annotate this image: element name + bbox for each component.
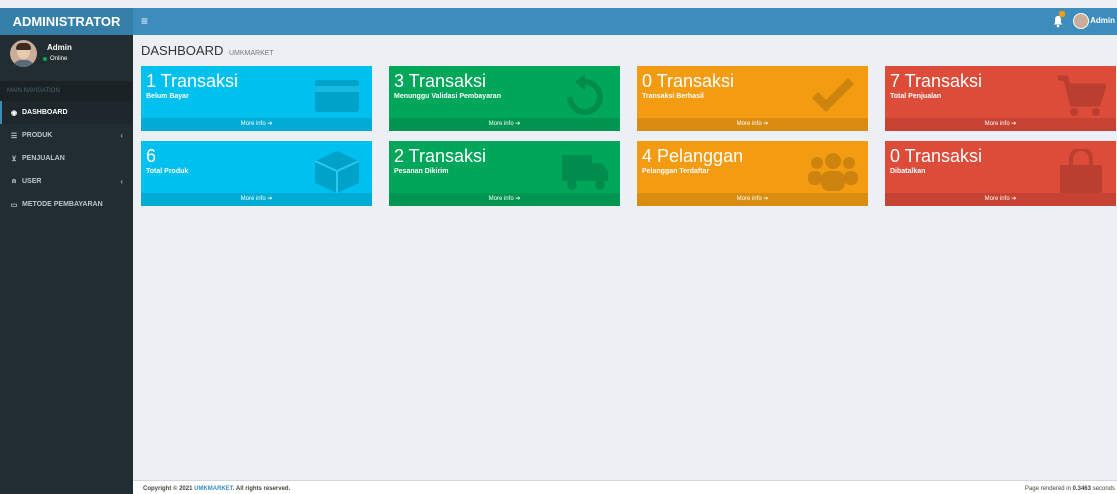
info-box-label: Transaksi Berhasil xyxy=(642,93,704,100)
truck-icon xyxy=(562,155,608,190)
sidebar-item-label: USER xyxy=(22,178,42,185)
users-icon xyxy=(808,153,858,191)
info-box-count: 4 Pelanggan xyxy=(642,146,744,166)
page-subtitle: UMKMARKET xyxy=(228,50,274,57)
chevron-left-icon: ‹ xyxy=(120,177,123,186)
info-box: 4 Pelanggan Pelanggan Terdaftar More info … xyxy=(637,141,868,206)
cart-icon xyxy=(1058,75,1106,116)
more-info-link[interactable]: More info ➔ xyxy=(637,193,868,206)
sidebar-item-label: METODE PEMBAYARAN xyxy=(22,201,103,208)
notification-badge xyxy=(1059,11,1065,17)
page-title: DASHBOARD UMKMARKET xyxy=(141,43,274,58)
cart-icon: ⊻ xyxy=(11,155,17,163)
info-box-label: Pelanggan Terdaftar xyxy=(642,168,710,175)
info-box-count: 6 xyxy=(146,146,157,166)
refresh-icon xyxy=(567,74,603,115)
online-status-icon xyxy=(43,57,47,61)
sidebar-item-label: PRODUK xyxy=(22,132,53,139)
info-box-label: Total Produk xyxy=(146,168,189,175)
page-title-text: DASHBOARD xyxy=(141,43,224,58)
navbar-avatar[interactable] xyxy=(1073,13,1089,29)
more-info-link[interactable]: More info ➔ xyxy=(141,193,372,206)
more-info-link[interactable]: More info ➔ xyxy=(389,118,620,131)
more-info-link[interactable]: More info ➔ xyxy=(389,193,620,206)
more-info-link[interactable]: More info ➔ xyxy=(885,193,1116,206)
sidebar-item-metode-pembayaran[interactable]: ▭ METODE PEMBAYARAN xyxy=(0,193,133,216)
main-footer: Copyright © 2021 UMKMARKET. All rights r… xyxy=(133,480,1117,494)
info-box-label: Dibatalkan xyxy=(890,168,926,175)
info-box: 0 Transaksi Transaksi Berhasil More info ➔ xyxy=(637,66,868,131)
check-icon xyxy=(812,78,854,112)
dashboard-icon: ◉ xyxy=(10,109,18,117)
sidebar-item-label: PENJUALAN xyxy=(22,155,65,162)
more-info-link[interactable]: More info ➔ xyxy=(885,118,1116,131)
chevron-left-icon: ‹ xyxy=(120,131,123,140)
shopping-bag-icon xyxy=(1060,149,1102,193)
sidebar-item-penjualan[interactable]: ⊻ PENJUALAN xyxy=(0,147,133,170)
info-box-count: 1 Transaksi xyxy=(146,71,239,91)
info-box: 6 Total Produk More info ➔ xyxy=(141,141,372,206)
user-avatar xyxy=(10,40,37,67)
info-box-label: Total Penjualan xyxy=(890,93,942,100)
user-status: Online xyxy=(43,56,67,62)
render-time-text: Page rendered in 0.3463 seconds xyxy=(1024,486,1115,492)
info-box: 3 Transaksi Menunggu Validasi Pembayaran M… xyxy=(389,66,620,131)
navbar-user-name[interactable]: Admin xyxy=(1090,16,1115,25)
info-box-count: 3 Transaksi xyxy=(394,71,487,91)
sidebar-item-user[interactable]: ⍝ USER ‹ xyxy=(0,170,133,193)
info-box: 0 Transaksi Dibatalkan More info ➔ xyxy=(885,141,1116,206)
info-box: 2 Transaksi Pesanan Dikirim More info ➔ xyxy=(389,141,620,206)
sidebar-user-name: Admin xyxy=(47,43,72,52)
sidebar-item-dashboard[interactable]: ◉ DASHBOARD xyxy=(0,101,133,124)
user-panel: Admin Online xyxy=(0,35,133,77)
info-box-label: Menunggu Validasi Pembayaran xyxy=(394,93,501,100)
info-box-count: 7 Transaksi xyxy=(890,71,983,91)
user-icon: ⍝ xyxy=(11,177,17,185)
brand-link[interactable]: UMKMARKET xyxy=(194,486,233,492)
card-icon: ▭ xyxy=(10,201,18,209)
app-logo[interactable]: ADMINISTRATOR xyxy=(0,8,133,35)
credit-card-icon xyxy=(315,80,359,112)
database-icon: ☰ xyxy=(10,132,18,140)
cube-icon xyxy=(314,151,360,193)
info-box-count: 0 Transaksi xyxy=(642,71,735,91)
more-info-link[interactable]: More info ➔ xyxy=(637,118,868,131)
info-box-count: 2 Transaksi xyxy=(394,146,487,166)
info-box-label: Pesanan Dikirim xyxy=(394,168,449,175)
info-box-count: 0 Transaksi xyxy=(890,146,983,166)
sidebar-item-produk[interactable]: ☰ PRODUK ‹ xyxy=(0,124,133,147)
info-box-label: Belum Bayar xyxy=(146,93,189,100)
top-navbar: ≡ Admin xyxy=(133,8,1117,35)
sidebar: Admin Online MAIN NAVIGATION ◉ DASHBOARD ☰… xyxy=(0,35,133,494)
user-status-label: Online xyxy=(50,56,68,62)
main-navigation-header: MAIN NAVIGATION xyxy=(0,81,133,101)
info-box: 7 Transaksi Total Penjualan More info ➔ xyxy=(885,66,1116,131)
copyright-text: Copyright © 2021 UMKMARKET. All rights r… xyxy=(143,486,291,492)
more-info-link[interactable]: More info ➔ xyxy=(141,118,372,131)
info-box: 1 Transaksi Belum Bayar More info ➔ xyxy=(141,66,372,131)
sidebar-item-label: DASHBOARD xyxy=(22,109,68,116)
sidebar-toggle-button[interactable]: ≡ xyxy=(141,14,148,28)
